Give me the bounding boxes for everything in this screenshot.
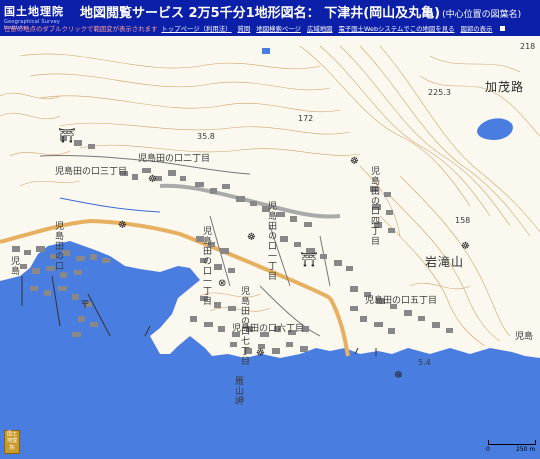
label-nokoro-2: 児島田の口二丁目 [138,154,211,164]
temple-icon: ☸ [461,241,470,252]
logo-text: 国土地理院 [4,5,64,18]
spot-height-35-8: 35.8 [197,132,215,141]
spot-height-225-3: 225.3 [428,88,451,97]
label-karyama-cape: 雁山岬 [233,376,243,406]
nav-link-top[interactable]: トップページ（利用法） [161,24,231,33]
page-title-sub: (中心位置の図葉名) [442,10,522,20]
page-title-main: 地図閲覧サービス 2万5千分1地形図名： 下津井(岡山及丸亀) [80,6,441,21]
label-nokoro-vertical-3: 児島田の口 [53,221,63,271]
pond-small [262,48,270,54]
shrine-icon: ⛩ [300,252,318,268]
topographic-map[interactable]: 加茂路 岩滝山 児島田の口二丁目 児島田の口三丁目 児島田の口四丁目 児島田の口… [0,36,540,459]
label-nokoro-vertical-1: 児島田の口一丁目 [266,201,276,281]
post-office-icon: 〒 [80,300,90,311]
school-icon: ⊗ [218,278,227,289]
scale-bar-line [488,440,536,445]
label-nokoro-7: 児島田の口七丁目 [239,286,249,366]
app-header: 国土地理院 Geographical Survey Institute 地図閲覧… [0,0,540,36]
label-iwataki-mountain: 岩滝山 [425,255,465,269]
spot-height-172: 172 [298,114,314,123]
spot-height-218: 218 [520,42,536,51]
temple-icon: ☸ [256,348,265,359]
temple-icon: ☸ [118,220,127,231]
label-nokoro-5: 児島田の口五丁目 [365,296,438,306]
label-kojima-edge: 児島 [515,332,534,342]
nav-link-faq[interactable]: 質問 [238,24,251,33]
temple-icon: ☸ [394,370,403,381]
temple-icon: ☸ [247,232,256,243]
nav-link-denshi-kokudo[interactable]: 電子国土Webシステムでこの地図を見る [339,24,455,33]
scale-bar: 0 250 m [486,438,536,456]
gsi-badge: 国土地理院 [4,430,20,454]
label-nokoro-4: 児島田の口四丁目 [369,166,379,246]
label-kamo-district: 加茂路 [485,80,525,94]
temple-icon: ☸ [148,174,157,185]
nav-bar: 任意の地点のダブルクリックで範囲変が表示されます トップページ（利用法） 質問 … [0,21,540,36]
nav-link-search[interactable]: 地図検索ページ [256,24,301,33]
spot-height-5-4: 5.4 [418,358,431,367]
double-click-hint: 任意の地点のダブルクリックで範囲変が表示されます [4,25,158,33]
nav-link-show-frame[interactable]: 図郭の表示 [461,24,493,33]
nav-link-wide-map[interactable]: 広域地図 [307,24,333,33]
frame-toggle-icon[interactable] [500,26,506,31]
shrine-icon: ⛩ [58,128,76,144]
label-nokoro-3: 児島田の口三丁目 [55,167,128,177]
scale-distance-label: 250 m [516,446,536,453]
label-nokoro-vertical-2: 児島田の口一丁目 [201,226,211,306]
scale-zero-label: 0 [486,446,490,453]
pond [477,118,513,140]
label-kojima-west: 児島 [9,256,19,276]
temple-icon: ☸ [350,156,359,167]
page-title: 地図閲覧サービス 2万5千分1地形図名： 下津井(岡山及丸亀) (中心位置の図葉名… [80,2,521,21]
spot-height-158: 158 [455,216,471,225]
